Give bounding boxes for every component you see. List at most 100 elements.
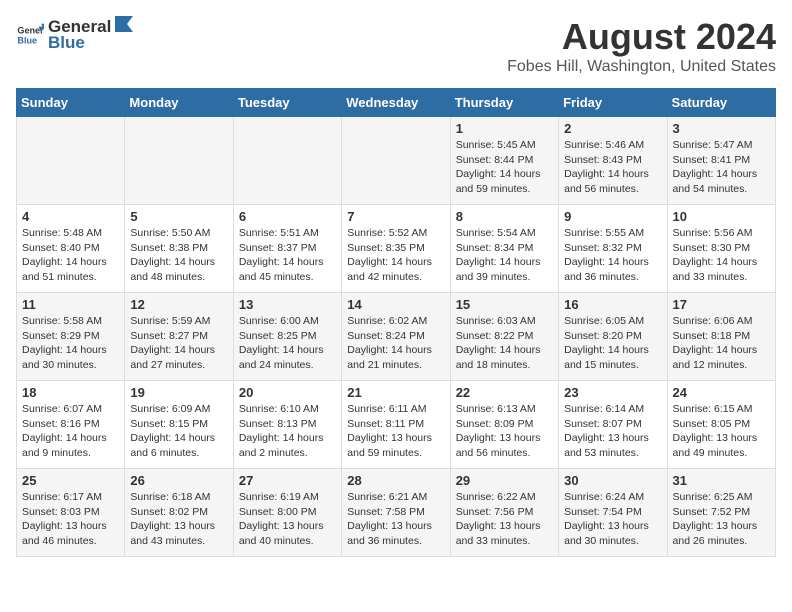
main-title: August 2024 (507, 16, 776, 58)
calendar-week-row: 11 Sunrise: 5:58 AM Sunset: 8:29 PM Dayli… (17, 293, 776, 381)
calendar-cell: 30 Sunrise: 6:24 AM Sunset: 7:54 PM Dayli… (559, 469, 667, 557)
weekday-header-tuesday: Tuesday (233, 89, 341, 117)
day-info: Sunrise: 5:59 AM Sunset: 8:27 PM Dayligh… (130, 314, 227, 373)
day-info: Sunrise: 6:10 AM Sunset: 8:13 PM Dayligh… (239, 402, 336, 461)
calendar-cell: 4 Sunrise: 5:48 AM Sunset: 8:40 PM Daylig… (17, 205, 125, 293)
calendar-week-row: 25 Sunrise: 6:17 AM Sunset: 8:03 PM Dayli… (17, 469, 776, 557)
weekday-header-wednesday: Wednesday (342, 89, 450, 117)
calendar-cell: 13 Sunrise: 6:00 AM Sunset: 8:25 PM Dayli… (233, 293, 341, 381)
weekday-header-monday: Monday (125, 89, 233, 117)
day-number: 18 (22, 385, 119, 400)
day-info: Sunrise: 6:03 AM Sunset: 8:22 PM Dayligh… (456, 314, 553, 373)
day-info: Sunrise: 6:25 AM Sunset: 7:52 PM Dayligh… (673, 490, 770, 549)
day-number: 31 (673, 473, 770, 488)
calendar-cell: 25 Sunrise: 6:17 AM Sunset: 8:03 PM Dayli… (17, 469, 125, 557)
weekday-header-friday: Friday (559, 89, 667, 117)
calendar-cell: 28 Sunrise: 6:21 AM Sunset: 7:58 PM Dayli… (342, 469, 450, 557)
day-info: Sunrise: 6:21 AM Sunset: 7:58 PM Dayligh… (347, 490, 444, 549)
day-info: Sunrise: 5:50 AM Sunset: 8:38 PM Dayligh… (130, 226, 227, 285)
calendar-cell (342, 117, 450, 205)
calendar-cell: 14 Sunrise: 6:02 AM Sunset: 8:24 PM Dayli… (342, 293, 450, 381)
calendar-cell: 26 Sunrise: 6:18 AM Sunset: 8:02 PM Dayli… (125, 469, 233, 557)
calendar-cell: 31 Sunrise: 6:25 AM Sunset: 7:52 PM Dayli… (667, 469, 775, 557)
day-number: 29 (456, 473, 553, 488)
calendar-cell: 5Sunrise: 5:50 AM Sunset: 8:38 PM Daylig… (125, 205, 233, 293)
subtitle: Fobes Hill, Washington, United States (507, 58, 776, 76)
day-number: 17 (673, 297, 770, 312)
day-number: 22 (456, 385, 553, 400)
calendar-cell: 8 Sunrise: 5:54 AM Sunset: 8:34 PM Daylig… (450, 205, 558, 293)
day-number: 15 (456, 297, 553, 312)
day-number: 7 (347, 209, 444, 224)
day-info: Sunrise: 5:55 AM Sunset: 8:32 PM Dayligh… (564, 226, 661, 285)
day-number: 26 (130, 473, 227, 488)
day-number: 21 (347, 385, 444, 400)
day-number: 1 (456, 121, 553, 136)
day-info: Sunrise: 5:48 AM Sunset: 8:40 PM Dayligh… (22, 226, 119, 285)
day-info: Sunrise: 6:09 AM Sunset: 8:15 PM Dayligh… (130, 402, 227, 461)
day-number: 14 (347, 297, 444, 312)
day-info: Sunrise: 6:13 AM Sunset: 8:09 PM Dayligh… (456, 402, 553, 461)
day-info: Sunrise: 6:17 AM Sunset: 8:03 PM Dayligh… (22, 490, 119, 549)
day-number: 3 (673, 121, 770, 136)
day-info: Sunrise: 6:07 AM Sunset: 8:16 PM Dayligh… (22, 402, 119, 461)
calendar-cell (233, 117, 341, 205)
calendar-header-row: SundayMondayTuesdayWednesdayThursdayFrid… (17, 89, 776, 117)
calendar-week-row: 18 Sunrise: 6:07 AM Sunset: 8:16 PM Dayli… (17, 381, 776, 469)
calendar-cell: 9 Sunrise: 5:55 AM Sunset: 8:32 PM Daylig… (559, 205, 667, 293)
day-number: 24 (673, 385, 770, 400)
day-info: Sunrise: 5:45 AM Sunset: 8:44 PM Dayligh… (456, 138, 553, 197)
day-number: 11 (22, 297, 119, 312)
day-info: Sunrise: 5:54 AM Sunset: 8:34 PM Dayligh… (456, 226, 553, 285)
calendar-cell: 1 Sunrise: 5:45 AM Sunset: 8:44 PM Daylig… (450, 117, 558, 205)
day-info: Sunrise: 6:06 AM Sunset: 8:18 PM Dayligh… (673, 314, 770, 373)
calendar-cell: 6Sunrise: 5:51 AM Sunset: 8:37 PM Daylig… (233, 205, 341, 293)
day-info: Sunrise: 6:05 AM Sunset: 8:20 PM Dayligh… (564, 314, 661, 373)
day-number: 13 (239, 297, 336, 312)
day-number: 8 (456, 209, 553, 224)
day-info: Sunrise: 5:46 AM Sunset: 8:43 PM Dayligh… (564, 138, 661, 197)
weekday-header-thursday: Thursday (450, 89, 558, 117)
calendar-cell: 2Sunrise: 5:46 AM Sunset: 8:43 PM Daylig… (559, 117, 667, 205)
day-number: 23 (564, 385, 661, 400)
day-info: Sunrise: 6:02 AM Sunset: 8:24 PM Dayligh… (347, 314, 444, 373)
calendar-cell: 12 Sunrise: 5:59 AM Sunset: 8:27 PM Dayli… (125, 293, 233, 381)
calendar-cell: 3 Sunrise: 5:47 AM Sunset: 8:41 PM Daylig… (667, 117, 775, 205)
day-number: 16 (564, 297, 661, 312)
day-info: Sunrise: 6:24 AM Sunset: 7:54 PM Dayligh… (564, 490, 661, 549)
calendar-cell: 18 Sunrise: 6:07 AM Sunset: 8:16 PM Dayli… (17, 381, 125, 469)
weekday-header-saturday: Saturday (667, 89, 775, 117)
calendar-cell: 19Sunrise: 6:09 AM Sunset: 8:15 PM Dayli… (125, 381, 233, 469)
day-info: Sunrise: 6:18 AM Sunset: 8:02 PM Dayligh… (130, 490, 227, 549)
calendar-cell (17, 117, 125, 205)
header: General Blue General Blue August 2024 Fo… (16, 16, 776, 76)
day-number: 30 (564, 473, 661, 488)
logo-flag-icon (113, 16, 133, 32)
day-number: 28 (347, 473, 444, 488)
calendar-week-row: 1 Sunrise: 5:45 AM Sunset: 8:44 PM Daylig… (17, 117, 776, 205)
calendar-cell: 17 Sunrise: 6:06 AM Sunset: 8:18 PM Dayli… (667, 293, 775, 381)
day-info: Sunrise: 5:52 AM Sunset: 8:35 PM Dayligh… (347, 226, 444, 285)
day-info: Sunrise: 5:58 AM Sunset: 8:29 PM Dayligh… (22, 314, 119, 373)
calendar-cell: 11 Sunrise: 5:58 AM Sunset: 8:29 PM Dayli… (17, 293, 125, 381)
calendar-week-row: 4 Sunrise: 5:48 AM Sunset: 8:40 PM Daylig… (17, 205, 776, 293)
weekday-header-sunday: Sunday (17, 89, 125, 117)
day-number: 6 (239, 209, 336, 224)
calendar-cell: 27Sunrise: 6:19 AM Sunset: 8:00 PM Dayli… (233, 469, 341, 557)
calendar-cell: 16 Sunrise: 6:05 AM Sunset: 8:20 PM Dayli… (559, 293, 667, 381)
calendar-cell: 15 Sunrise: 6:03 AM Sunset: 8:22 PM Dayli… (450, 293, 558, 381)
day-number: 4 (22, 209, 119, 224)
day-info: Sunrise: 6:19 AM Sunset: 8:00 PM Dayligh… (239, 490, 336, 549)
day-number: 12 (130, 297, 227, 312)
day-info: Sunrise: 6:00 AM Sunset: 8:25 PM Dayligh… (239, 314, 336, 373)
day-info: Sunrise: 5:56 AM Sunset: 8:30 PM Dayligh… (673, 226, 770, 285)
day-info: Sunrise: 5:47 AM Sunset: 8:41 PM Dayligh… (673, 138, 770, 197)
calendar-cell: 7 Sunrise: 5:52 AM Sunset: 8:35 PM Daylig… (342, 205, 450, 293)
calendar-cell: 22 Sunrise: 6:13 AM Sunset: 8:09 PM Dayli… (450, 381, 558, 469)
calendar-cell: 20Sunrise: 6:10 AM Sunset: 8:13 PM Dayli… (233, 381, 341, 469)
title-section: August 2024 Fobes Hill, Washington, Unit… (507, 16, 776, 76)
day-number: 9 (564, 209, 661, 224)
day-number: 25 (22, 473, 119, 488)
logo: General Blue General Blue (16, 16, 133, 53)
day-info: Sunrise: 6:14 AM Sunset: 8:07 PM Dayligh… (564, 402, 661, 461)
